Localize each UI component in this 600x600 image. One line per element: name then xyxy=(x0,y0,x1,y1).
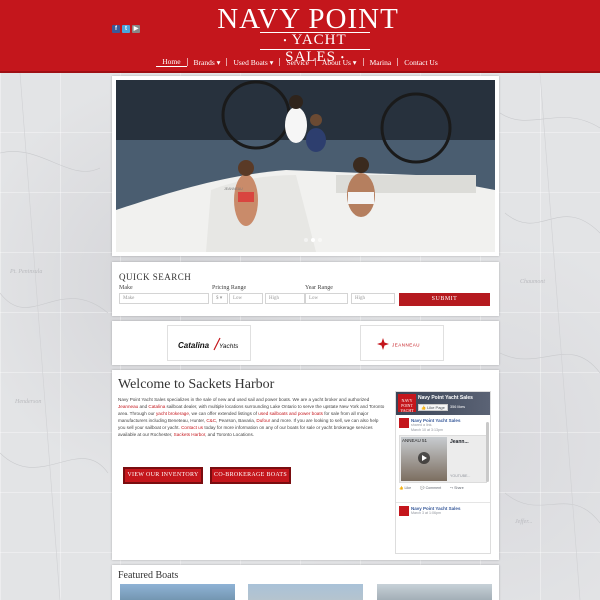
share-label: Share xyxy=(454,486,464,490)
twitter-icon[interactable]: t xyxy=(122,25,130,33)
post-actions: 👍 Like 💬 Comment ↪ Share xyxy=(399,486,487,490)
featured-boat-thumbnail[interactable] xyxy=(248,584,363,600)
video-source: YOUTUBE... xyxy=(450,474,471,478)
logo-title: NAVY POINT xyxy=(217,3,399,35)
page-logo: NAVY POINT YACHT xyxy=(398,394,416,413)
svg-text:Henderson: Henderson xyxy=(14,399,41,405)
featured-heading: Featured Boats xyxy=(118,570,179,581)
nav-used-boats[interactable]: Used Boats ▾ xyxy=(227,58,279,67)
text-segment: , Pearson, Bavaria, xyxy=(216,417,257,423)
slider-dot[interactable] xyxy=(318,238,322,242)
avatar[interactable] xyxy=(399,418,409,428)
make-input[interactable]: Make xyxy=(119,293,209,304)
text-segment: Navy Point Yacht Sales specializes in th… xyxy=(118,397,370,402)
nav-brands[interactable]: Brands ▾ xyxy=(188,58,227,67)
view-inventory-button[interactable]: VIEW OUR INVENTORY xyxy=(123,467,203,484)
slider-dot[interactable] xyxy=(304,238,308,242)
widget-scrollbar[interactable] xyxy=(486,422,489,482)
price-low-input[interactable]: Low xyxy=(229,293,263,304)
catalina-link[interactable]: Catalina xyxy=(148,404,165,409)
quick-search-panel: QUICK SEARCH Make Make Pricing Range $ ▾… xyxy=(112,262,499,316)
jeanneau-logo: JEANNEAU xyxy=(377,338,420,350)
svg-text:Jeffer...: Jeffer... xyxy=(515,518,533,525)
slider-dots xyxy=(304,238,322,242)
svg-text:Yachts: Yachts xyxy=(219,343,239,350)
post-timestamp[interactable]: March 10 at 3:13pm xyxy=(411,428,487,433)
social-links: f t ▶ xyxy=(112,25,140,33)
welcome-paragraph: Navy Point Yacht Sales specializes in th… xyxy=(118,397,386,438)
featured-boat-thumbnail[interactable] xyxy=(120,584,235,600)
post-timestamp[interactable]: March 3 at 1:06pm xyxy=(411,511,487,516)
text-segment: , we can offer extended listings of xyxy=(188,410,259,416)
play-icon[interactable] xyxy=(418,452,430,464)
comment-action[interactable]: 💬 Comment xyxy=(420,486,441,490)
year-low-input[interactable]: Low xyxy=(305,293,348,304)
dufour-link[interactable]: Dufour xyxy=(256,418,270,423)
svg-text:JEANNEAU: JEANNEAU xyxy=(392,343,420,348)
site-logo[interactable]: NAVY POINT • YACHT SALES • xyxy=(210,3,406,64)
text-segment: , and Toronto Locations. xyxy=(205,431,255,437)
used-boats-link[interactable]: used sailboats and power boats xyxy=(258,411,323,416)
svg-text:Pt. Peninsula: Pt. Peninsula xyxy=(9,269,42,275)
year-high-input[interactable]: High xyxy=(351,293,395,304)
like-action[interactable]: 👍 Like xyxy=(399,486,411,490)
make-label: Make xyxy=(119,285,133,291)
jeanneau-brand-link[interactable]: JEANNEAU xyxy=(360,325,444,361)
youtube-icon[interactable]: ▶ xyxy=(132,25,140,33)
currency-select[interactable]: $ ▾ xyxy=(212,293,228,304)
avatar[interactable] xyxy=(399,506,409,516)
text-segment: and xyxy=(138,403,149,409)
likes-count: 356 likes xyxy=(450,405,465,409)
share-action[interactable]: ↪ Share xyxy=(450,486,464,490)
sailboat-photo: JEANNEAU xyxy=(116,80,495,252)
like-label: Like xyxy=(404,486,412,490)
nav-service[interactable]: Service xyxy=(280,58,315,67)
yacht-brokerage-link[interactable]: yacht brokerage xyxy=(156,411,189,416)
hero-image: JEANNEAU xyxy=(116,80,495,252)
jeanneau-link[interactable]: Jeanneau xyxy=(118,404,138,409)
site-header: f t ▶ NAVY POINT • YACHT SALES • Home Br… xyxy=(0,0,600,73)
quick-search-title: QUICK SEARCH xyxy=(119,272,192,282)
svg-text:Chaumont: Chaumont xyxy=(520,279,545,285)
facebook-widget: NAVY POINT YACHT Navy Point Yacht Sales … xyxy=(395,391,491,554)
featured-boats-section: Featured Boats xyxy=(112,565,499,600)
year-range-label: Year Range xyxy=(305,285,333,291)
price-high-input[interactable]: High xyxy=(265,293,305,304)
svg-text:Catalina: Catalina xyxy=(178,341,210,350)
welcome-heading: Welcome to Sackets Harbor xyxy=(118,377,275,392)
co-brokerage-button[interactable]: CO-BROKERAGE BOATS xyxy=(210,467,291,484)
catalina-brand-link[interactable]: Catalina Yachts xyxy=(167,325,251,361)
submit-button[interactable]: SUBMIT xyxy=(399,293,490,306)
nav-contact-us[interactable]: Contact Us xyxy=(398,58,444,67)
facebook-post: Navy Point Yacht Sales March 3 at 1:06pm xyxy=(396,502,490,519)
welcome-section: Welcome to Sackets Harbor Navy Point Yac… xyxy=(112,370,499,560)
comment-label: Comment xyxy=(425,486,442,490)
video-title[interactable]: Jeann... xyxy=(450,439,469,445)
svg-text:JEANNEAU: JEANNEAU xyxy=(224,187,243,191)
sackets-harbor-link[interactable]: Sackets Harbor xyxy=(174,432,205,437)
pricing-range-label: Pricing Range xyxy=(212,285,247,291)
facebook-icon[interactable]: f xyxy=(112,25,120,33)
nav-about-us[interactable]: About Us ▾ xyxy=(316,58,363,67)
nav-home[interactable]: Home xyxy=(156,57,187,67)
brand-logos-bar: Catalina Yachts JEANNEAU xyxy=(112,321,499,365)
featured-boat-thumbnail[interactable] xyxy=(377,584,492,600)
shared-video[interactable]: ANNEAU 51 Jeann... YOUTUBE... xyxy=(399,435,487,483)
facebook-cover: NAVY POINT YACHT Navy Point Yacht Sales … xyxy=(396,392,490,415)
facebook-post: Navy Point Yacht Sales shared a link. Ma… xyxy=(396,415,490,493)
facebook-page-name[interactable]: Navy Point Yacht Sales xyxy=(418,395,473,401)
hero-slider: JEANNEAU xyxy=(112,76,499,256)
video-caption: ANNEAU 51 xyxy=(402,438,428,443)
nav-marina[interactable]: Marina xyxy=(364,58,398,67)
logo-rule-bottom xyxy=(260,49,370,50)
catalina-logo: Catalina Yachts xyxy=(178,337,239,351)
cc-link[interactable]: C&C xyxy=(206,418,216,423)
slider-dot-active[interactable] xyxy=(311,238,315,242)
contact-us-link[interactable]: Contact us xyxy=(181,425,203,430)
main-nav: Home Brands ▾ Used Boats ▾ Service About… xyxy=(0,56,600,68)
like-page-button[interactable]: 👍 Like Page xyxy=(418,404,448,411)
